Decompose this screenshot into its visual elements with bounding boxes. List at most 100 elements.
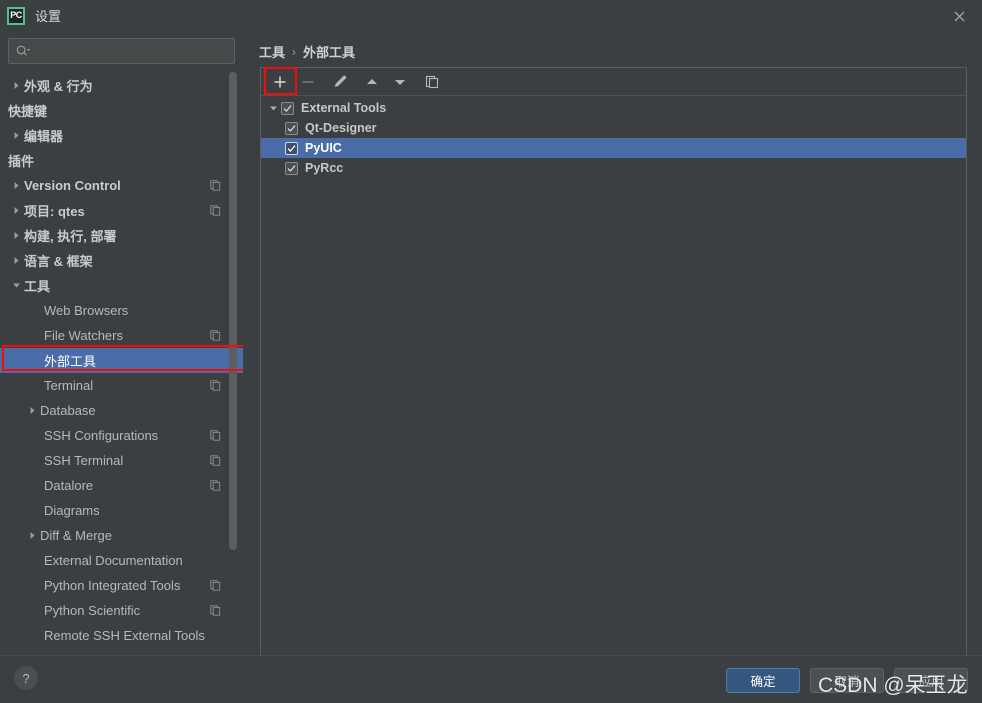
copy-settings-icon[interactable]: [209, 380, 221, 392]
sidebar-item[interactable]: Version Control: [0, 173, 243, 198]
chevron-right-icon[interactable]: [24, 406, 40, 415]
sidebar-item-label: SSH Configurations: [44, 428, 159, 443]
sidebar-item[interactable]: Python Scientific: [0, 598, 243, 623]
window-title: 设置: [35, 9, 62, 24]
chevron-right-icon[interactable]: [8, 256, 24, 265]
tool-tree-row[interactable]: PyRcc: [261, 158, 966, 178]
settings-content: 工具 › 外部工具 External Tools Qt-Designer PyU…: [243, 31, 982, 672]
external-tools-panel: External Tools Qt-Designer PyUIC PyRcc: [260, 67, 967, 672]
sidebar-item[interactable]: 项目: qtes: [0, 198, 243, 223]
sidebar-item-label: 外部工具: [44, 354, 97, 369]
chevron-right-icon[interactable]: [8, 206, 24, 215]
tool-tree-label: Qt-Designer: [305, 121, 377, 135]
tool-tree-label: PyUIC: [305, 141, 342, 155]
breadcrumb-parent[interactable]: 工具: [259, 42, 285, 61]
sidebar-item-label: Python Scientific: [44, 603, 141, 618]
settings-sidebar: 外观 & 行为快捷键 编辑器插件 Version Control 项目: qtes 构建…: [0, 31, 243, 655]
tool-checkbox[interactable]: [285, 121, 298, 135]
sidebar-item[interactable]: File Watchers: [0, 323, 243, 348]
tool-tree-row[interactable]: PyUIC: [261, 138, 966, 158]
settings-dialog: PC 设置 外观 & 行为快捷键编辑器插件 Version Control: [0, 0, 982, 703]
sidebar-item[interactable]: SSH Configurations: [0, 423, 243, 448]
tool-checkbox[interactable]: [285, 141, 298, 155]
sidebar-item[interactable]: 语言 & 框架: [0, 248, 243, 273]
tool-tree-row[interactable]: Qt-Designer: [261, 118, 966, 138]
search-area: [0, 31, 243, 64]
sidebar-item-label: Version Control: [24, 178, 121, 193]
sidebar-item[interactable]: 外观 & 行为: [0, 73, 243, 98]
breadcrumb-current: 外部工具: [303, 45, 356, 60]
sidebar-item-label: SSH Terminal: [44, 453, 124, 468]
chevron-down-icon[interactable]: [265, 104, 281, 113]
apply-button[interactable]: 应用: [894, 668, 968, 693]
sidebar-item[interactable]: 编辑器: [0, 123, 243, 148]
sidebar-item[interactable]: 工具: [0, 273, 243, 298]
chevron-right-icon[interactable]: [8, 231, 24, 240]
remove-tool-button: [295, 70, 321, 94]
sidebar-item-label: 插件: [8, 154, 35, 169]
sidebar-item[interactable]: 插件: [0, 148, 243, 173]
tool-checkbox[interactable]: [285, 161, 298, 175]
copy-settings-icon[interactable]: [209, 455, 221, 467]
sidebar-item[interactable]: SSH Terminal: [0, 448, 243, 473]
search-box[interactable]: [8, 38, 235, 64]
sidebar-item-label: 工具: [24, 279, 51, 294]
sidebar-item[interactable]: Datalore: [0, 473, 243, 498]
copy-settings-icon[interactable]: [209, 330, 221, 342]
sidebar-item-label: Web Browsers: [44, 303, 129, 318]
sidebar-item-label: Python Integrated Tools: [44, 578, 181, 593]
copy-settings-icon[interactable]: [209, 605, 221, 617]
sidebar-item[interactable]: 快捷键: [0, 98, 243, 123]
sidebar-item-label: Terminal: [44, 378, 94, 393]
sidebar-item-label: Diagrams: [44, 503, 100, 518]
sidebar-item[interactable]: Database: [0, 398, 243, 423]
add-tool-button[interactable]: [267, 70, 293, 94]
sidebar-item-label: 外观 & 行为: [24, 79, 93, 94]
sidebar-item[interactable]: 构建, 执行, 部署: [0, 223, 243, 248]
move-up-button[interactable]: [359, 70, 385, 94]
sidebar-item[interactable]: 外部工具: [0, 348, 243, 373]
edit-tool-button[interactable]: [327, 70, 353, 94]
sidebar-item-label: 语言 & 框架: [24, 254, 93, 269]
copy-settings-icon[interactable]: [209, 180, 221, 192]
sidebar-item-label: Datalore: [44, 478, 94, 493]
external-tools-toolbar: [261, 67, 966, 96]
copy-settings-icon[interactable]: [209, 205, 221, 217]
chevron-right-icon[interactable]: [24, 531, 40, 540]
copy-settings-icon[interactable]: [209, 430, 221, 442]
chevron-down-icon[interactable]: [8, 281, 24, 290]
sidebar-item[interactable]: Server Certificates: [0, 648, 243, 655]
tool-checkbox[interactable]: [281, 101, 294, 115]
breadcrumb-separator: ›: [292, 44, 297, 59]
copy-settings-icon[interactable]: [209, 580, 221, 592]
sidebar-item[interactable]: Web Browsers: [0, 298, 243, 323]
chevron-right-icon[interactable]: [8, 81, 24, 90]
title-bar: PC 设置: [0, 0, 982, 31]
sidebar-item[interactable]: Terminal: [0, 373, 243, 398]
tool-tree-label: External Tools: [301, 101, 387, 115]
ok-button[interactable]: 确定: [726, 668, 800, 693]
tool-tree-label: PyRcc: [305, 161, 344, 175]
close-icon[interactable]: [950, 7, 968, 25]
chevron-right-icon[interactable]: [8, 131, 24, 140]
copy-tool-button[interactable]: [419, 70, 445, 94]
search-input[interactable]: [35, 44, 227, 58]
move-down-button[interactable]: [387, 70, 413, 94]
sidebar-item-label: 项目: qtes: [24, 204, 85, 219]
sidebar-item[interactable]: External Documentation: [0, 548, 243, 573]
external-tools-tree: External Tools Qt-Designer PyUIC PyRcc: [261, 96, 966, 671]
sidebar-item-label: 构建, 执行, 部署: [24, 229, 117, 244]
cancel-button[interactable]: 取消: [810, 668, 884, 693]
settings-category-tree: 外观 & 行为快捷键 编辑器插件 Version Control 项目: qtes 构建…: [0, 73, 243, 655]
sidebar-item[interactable]: Diagrams: [0, 498, 243, 523]
sidebar-item-label: File Watchers: [44, 328, 123, 343]
sidebar-scrollbar[interactable]: [229, 72, 237, 550]
sidebar-item-label: Database: [40, 403, 96, 418]
sidebar-item[interactable]: Diff & Merge: [0, 523, 243, 548]
chevron-right-icon[interactable]: [8, 181, 24, 190]
sidebar-item[interactable]: Python Integrated Tools: [0, 573, 243, 598]
help-button[interactable]: ?: [14, 666, 38, 690]
copy-settings-icon[interactable]: [209, 480, 221, 492]
tool-tree-row[interactable]: External Tools: [261, 98, 966, 118]
sidebar-item[interactable]: Remote SSH External Tools: [0, 623, 243, 648]
